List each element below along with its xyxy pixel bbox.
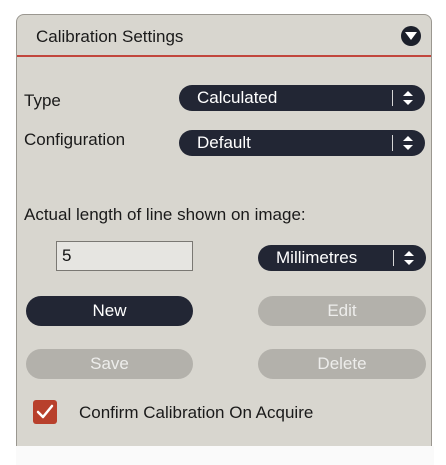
chevron-down-icon[interactable] <box>401 26 421 46</box>
configuration-label: Configuration <box>24 130 126 149</box>
unit-select-value: Millimetres <box>276 248 358 267</box>
panel-title: Calibration Settings <box>36 27 184 46</box>
edit-button-label: Edit <box>327 301 357 320</box>
confirm-calibration-label: Confirm Calibration On Acquire <box>79 403 314 422</box>
delete-button-label: Delete <box>317 354 367 373</box>
save-button-label: Save <box>90 354 129 373</box>
select-arrows-icon <box>404 251 414 265</box>
length-label: Actual length of line shown on image: <box>24 205 306 224</box>
configuration-select-value: Default <box>197 133 251 152</box>
new-button[interactable]: New <box>26 296 193 326</box>
panel-header[interactable]: Calibration Settings <box>17 15 431 57</box>
confirm-calibration-checkbox[interactable] <box>33 400 57 424</box>
select-divider <box>392 135 393 151</box>
configuration-select[interactable]: Default <box>179 130 425 156</box>
select-divider <box>392 90 393 106</box>
type-select-value: Calculated <box>197 88 278 107</box>
length-input[interactable]: 5 <box>56 241 193 271</box>
panel-bottom-strip <box>16 446 434 465</box>
calibration-settings-panel: Calibration Settings Type Calculated Con… <box>16 14 432 450</box>
save-button[interactable]: Save <box>26 349 193 379</box>
edit-button[interactable]: Edit <box>258 296 426 326</box>
select-arrows-icon <box>403 91 413 105</box>
unit-select[interactable]: Millimetres <box>258 245 426 271</box>
select-divider <box>393 250 394 266</box>
delete-button[interactable]: Delete <box>258 349 426 379</box>
new-button-label: New <box>92 301 127 320</box>
type-label: Type <box>24 91 61 110</box>
checkmark-icon <box>36 404 54 419</box>
type-select[interactable]: Calculated <box>179 85 425 111</box>
select-arrows-icon <box>403 136 413 150</box>
